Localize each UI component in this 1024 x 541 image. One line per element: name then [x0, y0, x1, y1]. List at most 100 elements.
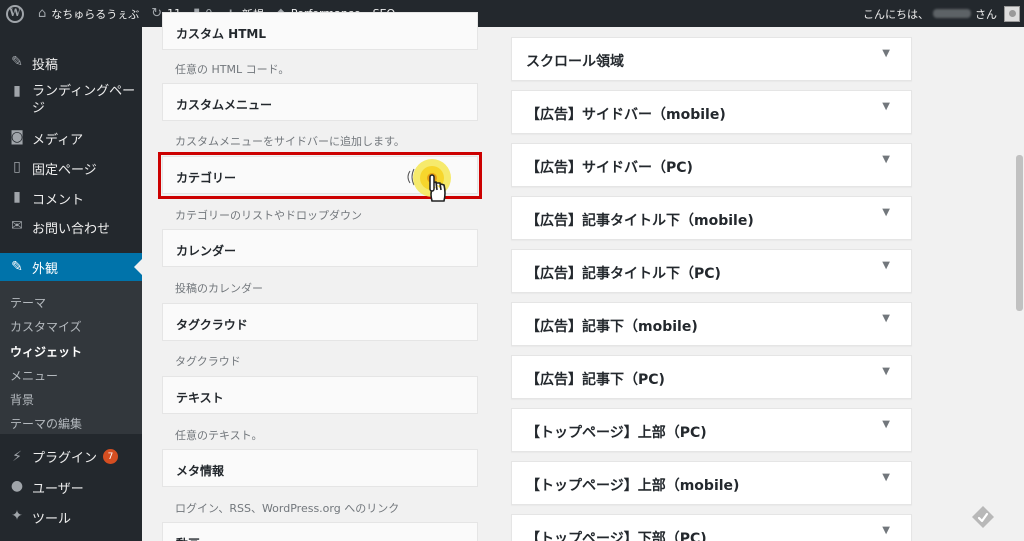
home-icon: ⌂ [38, 6, 47, 21]
menu-item-comments[interactable]: ▮ コメント [0, 189, 142, 208]
sidebar-area-title: 【広告】記事下（mobile) [526, 319, 698, 335]
menu-item-tools[interactable]: ✦ ツール [0, 508, 142, 527]
triangle-down-icon[interactable]: ▼ [882, 419, 890, 430]
menu-item-media[interactable]: ◙ メディア [0, 129, 142, 148]
greeting-prefix: こんにちは、 [863, 7, 929, 21]
sidebar-area-ad-bottom-pc[interactable]: 【広告】記事下（PC) ▼ [511, 355, 912, 399]
widget-title: 動画 [176, 537, 200, 541]
sidebar-area-title: スクロール領域 [526, 54, 624, 70]
triangle-down-icon[interactable]: ▼ [882, 154, 890, 165]
menu-item-label: プラグイン [32, 451, 98, 466]
menu-item-appearance[interactable]: ✎ 外観 [0, 253, 142, 281]
widget-tag-cloud[interactable]: タグクラウド [162, 303, 478, 341]
widget-description: 投稿のカレンダー [175, 282, 263, 295]
sidebar-area-ad-sidebar-mobile[interactable]: 【広告】サイドバー（mobile) ▼ [511, 90, 912, 134]
triangle-down-icon[interactable]: ▼ [882, 525, 890, 536]
widget-custom-menu[interactable]: カスタムメニュー [162, 83, 478, 121]
triangle-down-icon[interactable]: ▼ [882, 366, 890, 377]
widget-custom-html[interactable]: カスタム HTML [162, 12, 478, 50]
menu-item-label: メディア [32, 133, 84, 148]
menu-item-plugins[interactable]: ⚡ プラグイン 7 [0, 447, 142, 466]
wp-logo-button[interactable]: W [0, 0, 32, 27]
triangle-down-icon[interactable]: ▼ [882, 48, 890, 59]
plugin-icon: ⚡ [12, 448, 22, 465]
watermark-logo-icon [972, 506, 994, 528]
sidebar-area-title: 【広告】サイドバー（PC) [526, 160, 693, 176]
widget-text[interactable]: テキスト [162, 376, 478, 414]
sidebar-area-ad-bottom-mobile[interactable]: 【広告】記事下（mobile) ▼ [511, 302, 912, 346]
submenu-item-theme-editor[interactable]: テーマの編集 [10, 415, 82, 432]
sidebar-area-title: 【トップページ】上部（PC) [526, 425, 707, 441]
sidebar-area-scroll[interactable]: スクロール領域 ▼ [511, 37, 912, 81]
wordpress-logo-icon: W [6, 4, 24, 23]
widget-description: タグクラウド [175, 355, 241, 368]
widget-video[interactable]: 動画 [162, 522, 478, 541]
triangle-down-icon[interactable]: ▼ [882, 472, 890, 483]
sidebar-area-top-lower-pc[interactable]: 【トップページ】下部（PC) ▼ [511, 514, 912, 541]
submenu-item-widgets[interactable]: ウィジェット [10, 343, 82, 360]
menu-item-posts[interactable]: ✎ 投稿 [0, 54, 142, 73]
greeting-suffix: さん [975, 7, 997, 21]
refresh-icon: ↻ [151, 6, 163, 21]
wrench-icon: ✦ [11, 508, 23, 524]
pointer-hand-icon [407, 159, 451, 202]
page-scrollbar[interactable] [1014, 27, 1024, 541]
submenu-item-background[interactable]: 背景 [10, 391, 34, 408]
widget-title: テキスト [176, 391, 224, 405]
menu-item-landing-pages[interactable]: ▮ ランディングページ [0, 83, 142, 117]
submenu-item-themes[interactable]: テーマ [10, 294, 46, 311]
sidebar-area-title: 【広告】サイドバー（mobile) [526, 107, 726, 123]
sidebar-area-title: 【広告】記事下（PC) [526, 372, 665, 388]
menu-item-label: ユーザー [32, 482, 84, 497]
admin-menu: ✎ 投稿 ▮ ランディングページ ◙ メディア ▯ 固定ページ ▮ コメント ✉… [0, 27, 142, 541]
comment-icon: ▮ [13, 189, 21, 205]
mail-icon: ✉ [11, 218, 23, 234]
widget-meta[interactable]: メタ情報 [162, 449, 478, 487]
menu-item-label: 投稿 [32, 58, 59, 73]
widget-description: カテゴリーのリストやドロップダウン [175, 209, 362, 222]
triangle-down-icon[interactable]: ▼ [882, 313, 890, 324]
widget-title: カスタムメニュー [176, 98, 273, 112]
menu-item-label: お問い合わせ [32, 222, 111, 237]
media-icon: ◙ [10, 129, 24, 145]
sidebar-area-title: 【広告】記事タイトル下（mobile) [526, 213, 754, 229]
widget-description: 任意の HTML コード。 [175, 63, 290, 76]
triangle-down-icon[interactable]: ▼ [882, 101, 890, 112]
widget-title: カレンダー [176, 244, 237, 258]
submenu-item-customize[interactable]: カスタマイズ [10, 318, 82, 335]
menu-item-contact[interactable]: ✉ お問い合わせ [0, 218, 142, 237]
sidebar-area-top-upper-pc[interactable]: 【トップページ】上部（PC) ▼ [511, 408, 912, 452]
admin-bar: W ⌂ なちゅらるうぇぶ ↻ 11 ▮ 0 + 新規 ◆ Performance… [0, 0, 1024, 27]
menu-item-label: 外観 [32, 261, 59, 277]
widget-description: ログイン、RSS、WordPress.org へのリンク [175, 502, 400, 515]
site-name-link[interactable]: ⌂ なちゅらるうぇぶ [32, 0, 145, 27]
sidebar-area-ad-title-pc[interactable]: 【広告】記事タイトル下（PC) ▼ [511, 249, 912, 293]
sidebar-area-ad-title-mobile[interactable]: 【広告】記事タイトル下（mobile) ▼ [511, 196, 912, 240]
menu-item-pages[interactable]: ▯ 固定ページ [0, 159, 142, 178]
page-icon: ▯ [13, 159, 21, 175]
site-name: なちゅらるうぇぶ [51, 7, 140, 21]
blurred-username [933, 9, 971, 18]
sidebar-area-top-upper-mobile[interactable]: 【トップページ】上部（mobile) ▼ [511, 461, 912, 505]
avatar [1004, 5, 1020, 22]
appearance-submenu: テーマ カスタマイズ ウィジェット メニュー 背景 テーマの編集 [0, 281, 142, 434]
menu-item-label: ツール [32, 512, 72, 527]
widget-description: カスタムメニューをサイドバーに追加します。 [175, 135, 405, 148]
update-count-badge: 7 [103, 449, 119, 464]
menu-item-label: 固定ページ [32, 163, 97, 178]
sidebar-area-ad-sidebar-pc[interactable]: 【広告】サイドバー（PC) ▼ [511, 143, 912, 187]
menu-item-label: コメント [32, 193, 85, 208]
menu-item-users[interactable]: ● ユーザー [0, 478, 142, 497]
widget-title: メタ情報 [176, 464, 225, 478]
scrollbar-thumb[interactable] [1016, 155, 1023, 311]
user-icon: ● [10, 478, 24, 494]
submenu-item-menus[interactable]: メニュー [10, 367, 58, 384]
sidebar-area-title: 【広告】記事タイトル下（PC) [526, 266, 721, 282]
triangle-down-icon[interactable]: ▼ [882, 207, 890, 218]
widget-calendar[interactable]: カレンダー [162, 229, 478, 267]
widget-description: 任意のテキスト。 [175, 429, 263, 442]
triangle-down-icon[interactable]: ▼ [882, 260, 890, 271]
sidebar-area-title: 【トップページ】上部（mobile) [526, 478, 740, 494]
paintbrush-icon: ✎ [11, 259, 23, 275]
my-account[interactable]: こんにちは、 さん [863, 0, 1024, 27]
